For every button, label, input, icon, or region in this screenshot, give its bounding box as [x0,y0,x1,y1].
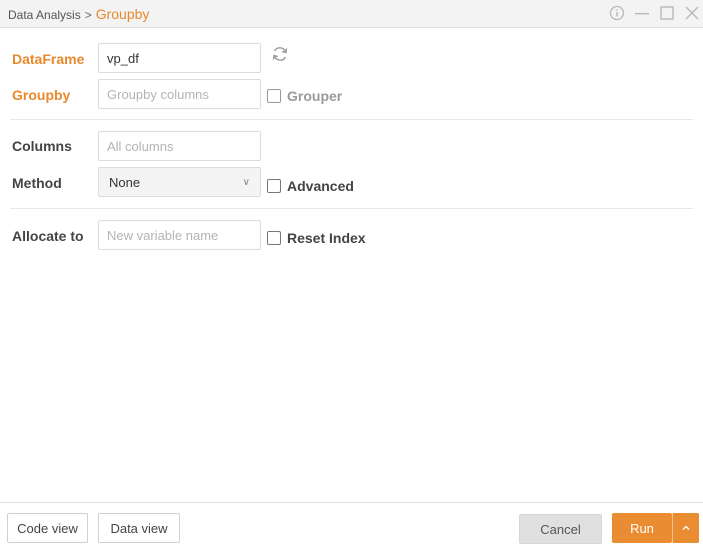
dataframe-input[interactable] [98,43,261,73]
title-bar: Data Analysis > Groupby [0,0,703,28]
section-divider [10,208,693,209]
allocate-label: Allocate to [12,228,84,244]
refresh-icon[interactable] [271,45,289,63]
method-selected-value: None [109,174,141,190]
minimize-icon[interactable] [631,2,653,24]
reset-index-label: Reset Index [287,230,366,246]
advanced-checkbox[interactable]: Advanced [267,178,354,194]
section-divider [10,119,693,120]
run-button[interactable]: Run [612,513,672,543]
cancel-button[interactable]: Cancel [519,514,602,544]
page-title: Groupby [95,6,150,22]
chevron-down-icon: ∨ [242,176,250,188]
groupby-input[interactable] [98,79,261,109]
columns-input[interactable] [98,131,261,161]
checkbox-box[interactable] [267,179,281,193]
method-select[interactable]: None ∨ [98,167,261,197]
run-menu-button[interactable] [672,513,699,543]
chevron-up-icon [682,525,689,530]
breadcrumb-parent: Data Analysis [8,8,81,22]
checkbox-box[interactable] [267,231,281,245]
close-icon[interactable] [681,2,703,24]
advanced-label: Advanced [287,178,354,194]
breadcrumb-separator: > [84,8,92,22]
groupby-label: Groupby [12,87,71,103]
checkbox-box[interactable] [267,89,281,103]
breadcrumb: Data Analysis > Groupby [8,6,149,22]
allocate-input[interactable] [98,220,261,250]
footer-divider [0,502,703,503]
code-view-button[interactable]: Code view [7,513,88,543]
info-icon[interactable] [606,2,628,24]
grouper-checkbox[interactable]: Grouper [267,88,342,104]
data-view-button[interactable]: Data view [98,513,180,543]
grouper-label: Grouper [287,88,343,104]
method-label: Method [12,175,62,191]
reset-index-checkbox[interactable]: Reset Index [267,230,366,246]
columns-label: Columns [12,138,72,154]
maximize-icon[interactable] [656,2,678,24]
dataframe-label: DataFrame [12,51,85,67]
